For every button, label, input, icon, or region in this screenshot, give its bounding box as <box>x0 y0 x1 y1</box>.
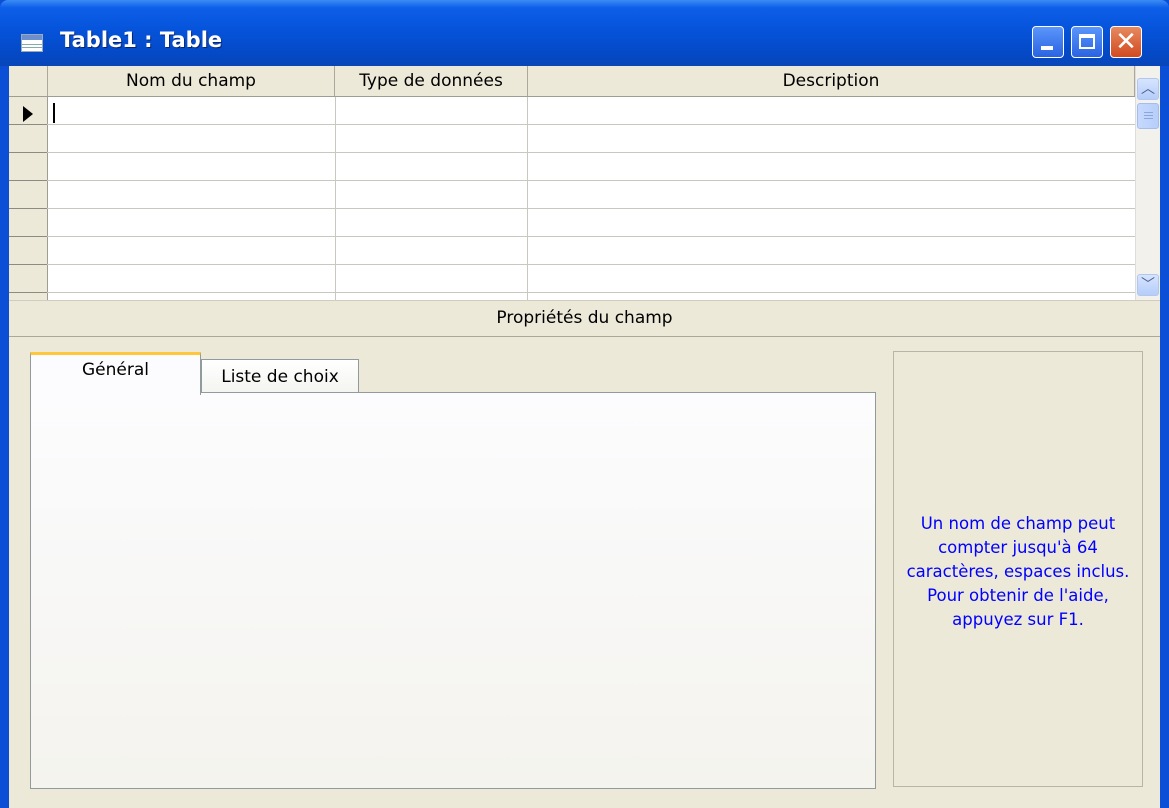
window-title: Table1 : Table <box>60 28 223 52</box>
table-row[interactable] <box>9 264 1135 265</box>
table-row[interactable] <box>9 124 1135 125</box>
table-icon[interactable] <box>21 34 43 52</box>
tab-lookup[interactable]: Liste de choix <box>201 359 359 395</box>
column-divider <box>527 97 528 300</box>
table-design-window: Table1 : Table ✕ Nom du champ Type de do… <box>0 0 1169 808</box>
row-selector-column[interactable] <box>9 97 48 300</box>
scroll-thumb[interactable] <box>1137 103 1159 129</box>
column-header-description[interactable]: Description <box>528 66 1135 96</box>
scroll-up-button[interactable]: ︿ <box>1137 78 1159 100</box>
table-row[interactable] <box>9 236 1135 237</box>
table-row[interactable] <box>9 152 1135 153</box>
close-icon: ✕ <box>1115 27 1137 57</box>
field-design-grid[interactable]: Nom du champ Type de données Description <box>9 66 1160 300</box>
grid-header: Nom du champ Type de données Description <box>9 66 1135 97</box>
column-divider <box>335 97 336 300</box>
help-text: Un nom de champ peut compter jusqu'à 64 … <box>906 514 1130 629</box>
row-selector[interactable] <box>9 152 47 153</box>
minimize-button[interactable] <box>1032 26 1064 58</box>
maximize-icon <box>1079 34 1095 49</box>
row-selector[interactable] <box>9 236 47 237</box>
table-row[interactable] <box>9 180 1135 181</box>
properties-tab-panel <box>30 392 876 789</box>
help-panel: Un nom de champ peut compter jusqu'à 64 … <box>893 351 1143 787</box>
current-row-arrow-icon <box>23 106 33 122</box>
column-header-field-name[interactable]: Nom du champ <box>48 66 335 96</box>
row-selector[interactable] <box>9 264 47 265</box>
row-selector[interactable] <box>9 292 47 293</box>
tab-general[interactable]: Général <box>30 352 201 395</box>
row-selector[interactable] <box>9 124 47 125</box>
minimize-icon <box>1041 46 1053 50</box>
text-cursor <box>53 103 55 123</box>
title-bar[interactable]: Table1 : Table ✕ <box>0 0 1169 66</box>
scroll-down-button[interactable]: ﹀ <box>1137 274 1159 296</box>
table-row[interactable] <box>9 292 1135 293</box>
window-client-area: Nom du champ Type de données Description <box>9 66 1160 808</box>
close-button[interactable]: ✕ <box>1110 26 1142 58</box>
maximize-button[interactable] <box>1071 26 1103 58</box>
table-row[interactable] <box>9 208 1135 209</box>
vertical-scrollbar[interactable]: ︿ ﹀ <box>1135 66 1160 300</box>
column-header-data-type[interactable]: Type de données <box>335 66 528 96</box>
row-selector[interactable] <box>9 180 47 181</box>
row-selector-header[interactable] <box>9 66 48 96</box>
row-selector[interactable] <box>9 208 47 209</box>
field-properties-header: Propriétés du champ <box>9 300 1160 337</box>
